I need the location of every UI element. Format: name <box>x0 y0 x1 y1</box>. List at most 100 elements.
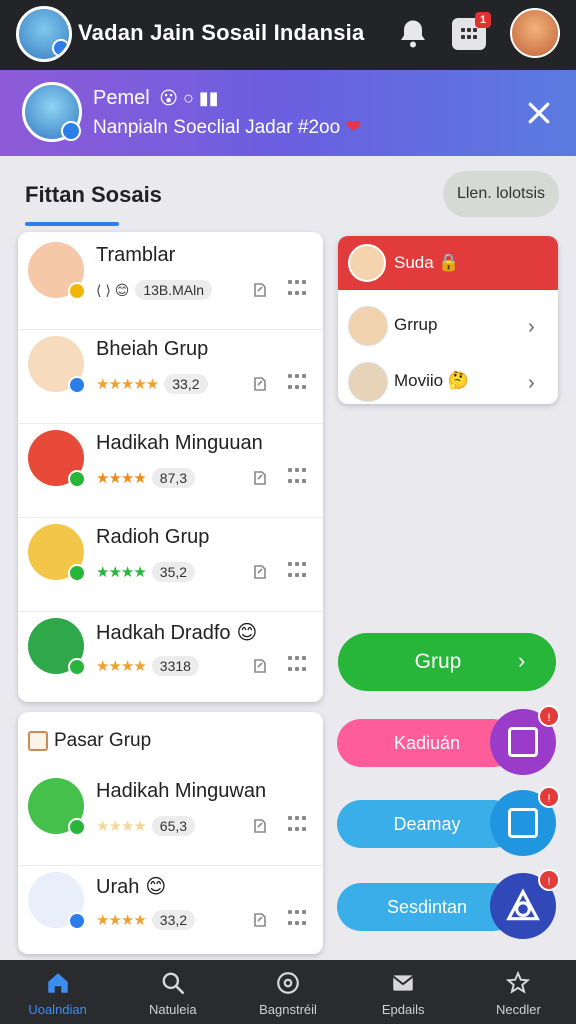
nav-label: Bagnstréil <box>259 1002 317 1017</box>
more-grid-icon[interactable] <box>288 910 306 928</box>
banner-avatar[interactable] <box>22 82 82 142</box>
box-icon <box>508 808 538 838</box>
list-item[interactable]: Hadikah Minguuan ★★★★ 87,3 <box>18 420 323 518</box>
grup-button[interactable]: Grup › <box>338 633 556 691</box>
share-icon[interactable] <box>252 374 268 392</box>
share-icon[interactable] <box>252 910 268 928</box>
menu-header[interactable]: Suda 🔒 <box>338 236 558 290</box>
list-item[interactable]: Hadikah Minguwan ★★★★ 65,3 <box>18 768 323 866</box>
list-options-button[interactable]: Llen. lolotsis <box>443 171 559 217</box>
profile-avatar[interactable] <box>510 8 560 58</box>
status-badge-icon <box>68 282 86 300</box>
nav-favorites[interactable]: Necdler <box>461 960 576 1024</box>
list-item[interactable]: Tramblar ⟨ ⟩ 😊 13B.MAln <box>18 232 323 330</box>
bottom-navigation: Uoalndian Natuleia Bagnstréil Epdails Ne… <box>0 960 576 1024</box>
member-avatar <box>28 336 86 394</box>
bell-icon[interactable] <box>395 16 431 52</box>
list-item[interactable]: Bheiah Grup ★★★★★ 33,2 <box>18 326 323 424</box>
quick-menu-card: Suda 🔒 Grrup › Moviio 🤔 › <box>338 236 558 404</box>
nav-discover[interactable]: Bagnstréil <box>230 960 345 1024</box>
list-item[interactable]: Radioh Grup ★★★★ 35,2 <box>18 514 323 612</box>
apps-grid-button[interactable]: 1 <box>452 12 491 50</box>
mail-icon <box>392 975 414 991</box>
deamay-fab[interactable]: ! <box>490 786 560 856</box>
status-badge-icon <box>68 912 86 930</box>
menu-item-avatar <box>348 306 388 346</box>
compass-icon <box>277 972 299 994</box>
item-meta: ★★★★ 33,2 <box>96 908 196 932</box>
chevron-right-icon: › <box>528 316 535 338</box>
market-group-title: Pasar Grup <box>54 730 152 751</box>
rating-stars: ★★★★★ <box>96 376 159 393</box>
banner-name: Pemel 😮 ○ ▮▮ <box>93 87 219 110</box>
share-icon[interactable] <box>252 468 268 486</box>
nav-search[interactable]: Natuleia <box>115 960 230 1024</box>
nav-label: Natuleia <box>148 1002 197 1017</box>
rating-stars: ★★★★ <box>96 818 147 835</box>
list-item[interactable]: Hadkah Dradfo 😊 ★★★★ 3318 <box>18 608 323 706</box>
item-meta: ★★★★ 87,3 <box>96 466 196 490</box>
network-icon <box>506 888 540 921</box>
top-bar: Vadan Jain Sosail Indansia 1 <box>0 0 576 70</box>
item-name: Hadikah Minguwan <box>96 780 266 803</box>
market-box-icon <box>28 731 48 751</box>
menu-item-grup[interactable]: Grrup › <box>338 298 558 354</box>
item-name-text: Hadikah Minguuan <box>96 432 263 454</box>
cube-icon <box>508 727 538 757</box>
kadiuan-fab[interactable]: ! <box>490 705 560 775</box>
app-logo-avatar[interactable] <box>16 6 72 62</box>
share-icon[interactable] <box>252 656 268 674</box>
notification-count-badge: 1 <box>475 12 491 28</box>
item-meta: ★★★★ 3318 <box>96 654 199 678</box>
more-grid-icon[interactable] <box>288 816 306 834</box>
nav-messages[interactable]: Epdails <box>346 960 461 1024</box>
fab-badge: ! <box>538 786 560 808</box>
nav-label: Epdails <box>381 1002 425 1017</box>
menu-item-movie[interactable]: Moviio 🤔 › <box>338 354 558 404</box>
nav-home[interactable]: Uoalndian <box>0 960 115 1024</box>
more-grid-icon[interactable] <box>288 562 306 580</box>
member-avatar <box>28 618 86 676</box>
item-name: Hadikah Minguuan <box>96 432 263 455</box>
close-icon[interactable] <box>524 98 554 128</box>
banner-name-text: Pemel <box>93 87 150 109</box>
item-name: Bheiah Grup <box>96 338 208 361</box>
section-underline <box>25 222 119 226</box>
member-avatar <box>28 242 86 300</box>
more-grid-icon[interactable] <box>288 374 306 392</box>
rating-stars: ★★★★ <box>96 470 147 487</box>
verified-badge-icon <box>61 121 81 141</box>
item-count-chip: 13B.MAln <box>135 280 213 300</box>
item-count-chip: 87,3 <box>151 468 196 488</box>
fab-badge: ! <box>538 705 560 727</box>
more-grid-icon[interactable] <box>288 468 306 486</box>
share-icon[interactable] <box>252 280 268 298</box>
status-badge-icon <box>68 470 86 488</box>
share-icon[interactable] <box>252 816 268 834</box>
banner-subtitle: Nanpialn Soeclial Jadar #2oo ❤ <box>93 116 361 139</box>
status-badge-icon <box>68 818 86 836</box>
item-meta: ★★★★★ 33,2 <box>96 372 208 396</box>
menu-item-label: Moviio 🤔 <box>394 371 470 390</box>
share-icon[interactable] <box>252 562 268 580</box>
sesdintan-fab[interactable]: ! <box>490 869 560 939</box>
grup-button-label: Grup <box>414 650 462 673</box>
item-name: Tramblar <box>96 244 175 267</box>
star-icon <box>506 970 531 994</box>
emoji-icon: 😊 <box>145 876 167 898</box>
item-count-chip: 3318 <box>151 656 199 676</box>
more-grid-icon[interactable] <box>288 656 306 674</box>
member-avatar <box>28 430 86 488</box>
item-meta: ★★★★ 65,3 <box>96 814 196 838</box>
item-name-text: Bheiah Grup <box>96 338 209 360</box>
more-grid-icon[interactable] <box>288 280 306 298</box>
member-avatar <box>28 778 86 836</box>
group-list-card: Tramblar ⟨ ⟩ 😊 13B.MAln Bheiah Grup ★★★★★ 33,… <box>18 232 323 702</box>
item-name-text: Tramblar <box>96 244 176 266</box>
market-group-header: Pasar Grup <box>28 730 151 752</box>
item-count-chip: 33,2 <box>151 910 196 930</box>
verified-badge-icon <box>52 39 69 57</box>
rating-stars: ★★★★ <box>96 658 147 675</box>
nav-label: Uoalndian <box>28 1002 87 1017</box>
list-item[interactable]: Urah 😊 ★★★★ 33,2 <box>18 862 323 960</box>
